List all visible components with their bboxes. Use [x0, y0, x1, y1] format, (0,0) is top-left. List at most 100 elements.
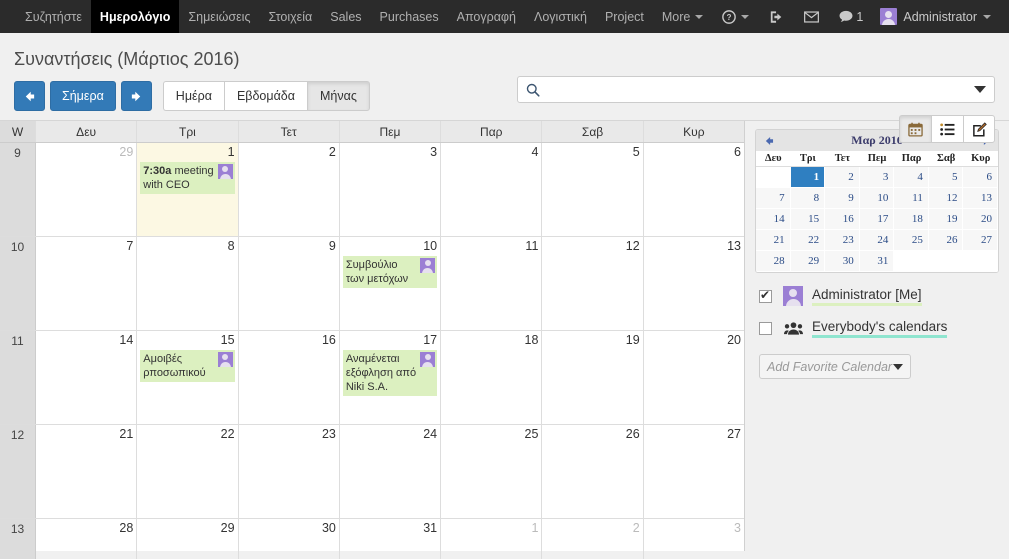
- calendar-event[interactable]: 7:30a meeting with CEO: [140, 162, 235, 194]
- day-cell[interactable]: 1 7:30a meeting with CEO: [137, 143, 239, 236]
- mini-day[interactable]: 10: [859, 188, 895, 209]
- day-cell[interactable]: 13: [644, 237, 744, 330]
- day-cell[interactable]: 2: [542, 519, 644, 559]
- day-cell[interactable]: 5: [542, 143, 644, 236]
- messages-indicator[interactable]: 1: [830, 0, 872, 33]
- calendar-filter-item[interactable]: Everybody's calendars: [755, 319, 999, 338]
- day-cell[interactable]: 30: [239, 519, 340, 559]
- user-menu[interactable]: Administrator: [874, 8, 997, 25]
- question-circle-icon[interactable]: ?: [713, 0, 758, 33]
- mini-day[interactable]: 19: [928, 209, 964, 230]
- day-cell[interactable]: 24: [340, 425, 442, 518]
- mini-day[interactable]: 2: [825, 167, 860, 188]
- mini-day[interactable]: 28: [756, 251, 791, 272]
- calendar-filter-checkbox[interactable]: [759, 322, 772, 335]
- day-cell[interactable]: 16: [239, 331, 340, 424]
- calendar-event[interactable]: Συμβούλιο των μετόχων: [342, 256, 438, 288]
- mini-prev-month-button[interactable]: [763, 135, 775, 147]
- nav-item-8[interactable]: Project: [596, 0, 653, 33]
- today-button[interactable]: Σήμερα: [50, 81, 116, 111]
- mini-day[interactable]: 30: [825, 251, 860, 272]
- day-cell[interactable]: 8: [137, 237, 239, 330]
- mini-day[interactable]: 31: [859, 251, 895, 272]
- calendar-event[interactable]: Αναμένεται εξόφληση από Niki S.A.: [342, 350, 438, 396]
- day-cell[interactable]: 19: [542, 331, 644, 424]
- nav-item-0[interactable]: Συζητήστε: [16, 0, 91, 33]
- day-cell[interactable]: 7: [36, 237, 138, 330]
- day-cell[interactable]: 15 Αμοιβές ρποσωπικού: [137, 331, 239, 424]
- mini-day[interactable]: 1: [790, 167, 826, 188]
- envelope-icon[interactable]: [795, 0, 828, 33]
- edit-icon[interactable]: [963, 115, 995, 143]
- mini-day[interactable]: 7: [756, 188, 791, 209]
- mini-day[interactable]: 29: [790, 251, 826, 272]
- mini-day[interactable]: 27: [963, 230, 998, 251]
- day-cell[interactable]: 4: [441, 143, 543, 236]
- sign-out-icon[interactable]: [760, 0, 793, 33]
- day-cell[interactable]: 27: [644, 425, 744, 518]
- scale-button-2[interactable]: Μήνας: [307, 81, 370, 111]
- mini-day[interactable]: 20: [963, 209, 998, 230]
- calendar-filter-checkbox[interactable]: [759, 288, 772, 303]
- day-cell[interactable]: 10 Συμβούλιο των μετόχων: [340, 237, 442, 330]
- day-cell[interactable]: 9: [239, 237, 340, 330]
- nav-item-4[interactable]: Sales: [321, 0, 370, 33]
- list-icon[interactable]: [931, 115, 963, 143]
- mini-day[interactable]: 21: [756, 230, 791, 251]
- mini-day[interactable]: 9: [825, 188, 860, 209]
- mini-day[interactable]: 11: [894, 188, 929, 209]
- search-dropdown-caret[interactable]: [974, 86, 986, 93]
- day-cell[interactable]: 2: [239, 143, 340, 236]
- mini-day[interactable]: 8: [790, 188, 826, 209]
- mini-day[interactable]: 26: [928, 230, 964, 251]
- day-cell[interactable]: 23: [239, 425, 340, 518]
- mini-day[interactable]: 25: [894, 230, 929, 251]
- day-cell[interactable]: 12: [542, 237, 644, 330]
- search-bar[interactable]: [517, 76, 995, 103]
- calendar-event[interactable]: Αμοιβές ρποσωπικού: [140, 350, 235, 382]
- nav-item-1[interactable]: Ημερολόγιο: [90, 0, 180, 33]
- nav-item-3[interactable]: Στοιχεία: [260, 0, 322, 33]
- calendar-filter-item[interactable]: Administrator [Me]: [755, 286, 999, 306]
- day-cell[interactable]: 28: [36, 519, 138, 559]
- day-cell[interactable]: 18: [441, 331, 543, 424]
- mini-day[interactable]: 22: [790, 230, 826, 251]
- mini-day[interactable]: 12: [928, 188, 964, 209]
- day-cell[interactable]: 29: [137, 519, 239, 559]
- nav-item-9[interactable]: More: [653, 0, 712, 33]
- day-cell[interactable]: 17 Αναμένεται εξόφληση από Niki S.A.: [340, 331, 442, 424]
- mini-day[interactable]: 16: [825, 209, 860, 230]
- mini-day[interactable]: 4: [894, 167, 929, 188]
- mini-day[interactable]: 13: [963, 188, 998, 209]
- day-cell[interactable]: 21: [36, 425, 138, 518]
- calendar-icon[interactable]: [899, 115, 931, 143]
- mini-day[interactable]: 24: [859, 230, 895, 251]
- mini-day[interactable]: 17: [859, 209, 895, 230]
- mini-day[interactable]: 5: [928, 167, 964, 188]
- mini-day[interactable]: 14: [756, 209, 791, 230]
- calendar-filter-label[interactable]: Administrator [Me]: [812, 287, 922, 306]
- search-input[interactable]: [547, 82, 974, 97]
- day-cell[interactable]: 11: [441, 237, 543, 330]
- next-period-button[interactable]: [120, 81, 152, 111]
- nav-item-6[interactable]: Απογραφή: [448, 0, 525, 33]
- scale-button-0[interactable]: Ημέρα: [162, 81, 224, 111]
- mini-day[interactable]: 18: [894, 209, 929, 230]
- day-cell[interactable]: 3: [340, 143, 442, 236]
- day-cell[interactable]: 29: [36, 143, 138, 236]
- mini-day[interactable]: 3: [859, 167, 895, 188]
- mini-day[interactable]: 6: [963, 167, 998, 188]
- day-cell[interactable]: 26: [542, 425, 644, 518]
- nav-item-5[interactable]: Purchases: [371, 0, 448, 33]
- day-cell[interactable]: 22: [137, 425, 239, 518]
- calendar-filter-label[interactable]: Everybody's calendars: [812, 319, 948, 338]
- day-cell[interactable]: 1: [441, 519, 543, 559]
- day-cell[interactable]: 25: [441, 425, 543, 518]
- nav-item-7[interactable]: Λογιστική: [525, 0, 596, 33]
- day-cell[interactable]: 20: [644, 331, 744, 424]
- day-cell[interactable]: 31: [340, 519, 442, 559]
- prev-period-button[interactable]: [14, 81, 45, 111]
- scale-button-1[interactable]: Εβδομάδα: [223, 81, 307, 111]
- day-cell[interactable]: 3: [644, 519, 744, 559]
- day-cell[interactable]: 6: [644, 143, 744, 236]
